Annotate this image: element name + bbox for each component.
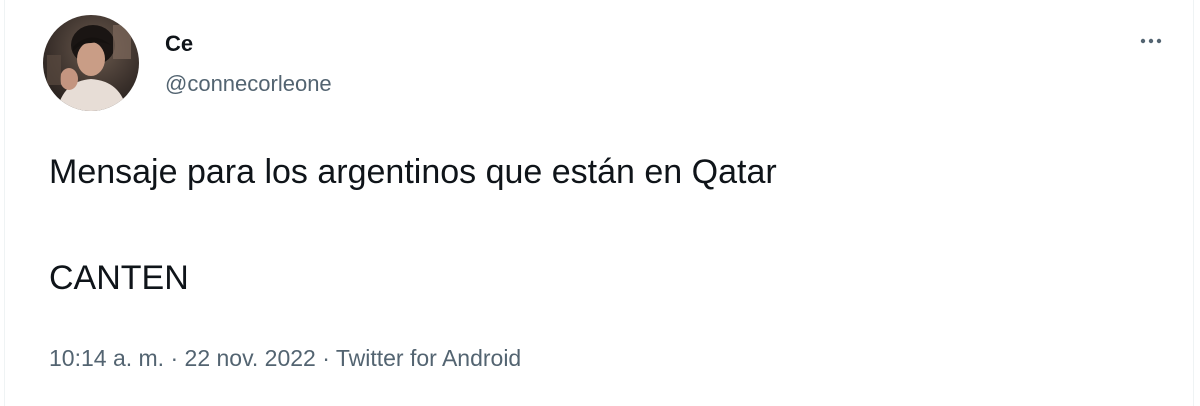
tweet-card: Ce @connecorleone Mensaje para los argen… [4,0,1194,406]
more-horizontal-icon [1140,38,1162,44]
meta-separator: · [322,345,336,371]
author-avatar[interactable] [43,15,139,111]
author-info: Ce @connecorleone [165,30,332,98]
tweet-paragraph: CANTEN [49,259,189,297]
tweet-paragraph: Mensaje para los argentinos que están en… [49,153,777,191]
tweet-metadata: 10:14 a. m. · 22 nov. 2022 · Twitter for… [49,343,521,373]
author-display-name[interactable]: Ce [165,30,332,58]
more-options-button[interactable] [1131,26,1171,56]
tweet-time[interactable]: 10:14 a. m. [49,345,164,371]
meta-separator: · [170,345,185,371]
avatar-photo-icon [43,15,139,111]
tweet-source[interactable]: Twitter for Android [336,345,521,371]
author-handle[interactable]: @connecorleone [165,70,332,98]
tweet-date[interactable]: 22 nov. 2022 [185,345,316,371]
tweet-text: Mensaje para los argentinos que están en… [49,150,1149,300]
